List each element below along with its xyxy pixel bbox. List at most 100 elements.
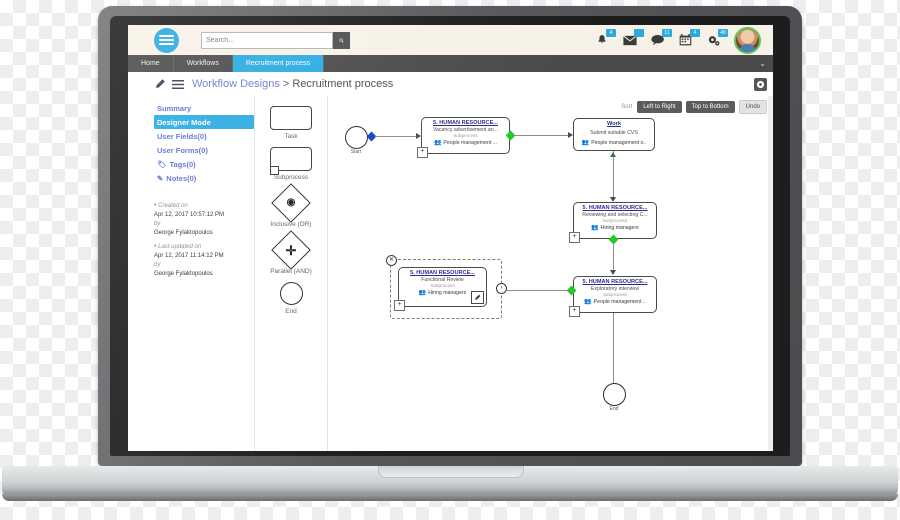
sidebar-item-tags-label: Tags(0) [169,159,196,169]
node-reviewing-expand-button[interactable]: + [569,232,580,243]
updated-by-label: by [154,262,161,269]
task-shape-icon [270,106,312,130]
node-functional-type: Subprocess [430,283,455,288]
avatar[interactable] [734,26,761,54]
tab-home[interactable]: Home [128,55,174,72]
end-label: End [609,406,619,412]
start-label: Start [350,149,362,155]
users-icon: 👥 [581,140,590,146]
workspace: Summary Designer Mode User Fields(0) Use… [128,96,773,451]
bell-icon[interactable]: 4 [594,28,616,48]
palette-item-end[interactable]: End [279,282,303,315]
node-exploratory-type: Subprocess [602,292,628,297]
breadcrumb-current: Recruitment process [292,78,394,90]
palette-label-subprocess: Subprocess [273,174,309,181]
pencil-icon[interactable] [154,78,166,90]
node-vacancy[interactable]: 5. HUMAN RESOURCE... Vacancy advertiseme… [417,117,510,158]
node-reviewing[interactable]: 5. HUMAN RESOURCE... Reviewing and selec… [569,202,657,243]
palette-item-parallel-and[interactable]: ✛ Parallel (AND) [270,230,312,275]
node-vacancy-expand-button[interactable]: + [417,147,428,158]
top-to-bottom-button[interactable]: Top to Bottom [685,101,735,113]
subprocess-shape-icon [270,147,312,175]
sidebar-item-summary[interactable]: Summary [154,101,254,115]
updated-block: • Last updated on Apr 12, 2017 11:14:12 … [154,242,254,278]
left-to-right-button[interactable]: Left to Right [637,101,682,113]
calendar-badge: 4 [690,28,700,37]
created-by: George Fylaktopoulos [154,229,213,236]
sort-label: Sort [621,104,633,110]
bell-badge: 4 [606,28,616,37]
users-icon: 👥 [584,299,592,305]
chat-icon[interactable]: 11 [650,28,672,48]
users-icon: 👥 [433,140,442,146]
workflow-canvas[interactable]: Sort Left to Right Top to Bottom Undo St… [328,96,773,451]
node-reviewing-title: 5. HUMAN RESOURCE... [582,205,648,211]
laptop-base-edge [2,494,898,501]
palette-item-task[interactable]: Task [270,106,312,140]
list-icon[interactable] [172,79,184,90]
edge-exploratory-end [613,313,615,386]
edge-work-reviewing [613,151,615,200]
sidebar-item-designer-mode[interactable]: Designer Mode [154,115,254,129]
edge-functional-exploratory [505,290,570,292]
canvas-scrollbar[interactable] [768,96,773,451]
nav-chevron-down-icon[interactable]: ⌄ [759,55,773,72]
palette-item-inclusive-or[interactable]: ◉ Inclusive (OR) [270,183,312,228]
arrow-reviewing-exploratory [610,270,616,275]
selection-resize-handle[interactable]: › [496,283,507,294]
breadcrumb-separator: > [279,78,293,90]
metadata-panel: • Created on Apr 12, 2017 10:57:12 PM by… [154,201,254,278]
end-shape-icon [279,282,303,305]
node-work-title: Work [607,121,621,127]
sidebar-item-tags[interactable]: 🏷 Tags(0) [154,157,254,171]
node-vacancy-title: 5. HUMAN RESOURCE... [433,120,498,126]
node-work[interactable]: Work Submit suitable CVS 👥 People managem… [573,118,655,151]
edge-start-vacancy [375,136,418,138]
tab-recruitment-process[interactable]: Recruitment process [232,55,325,72]
hamburger-logo[interactable] [154,27,179,53]
node-functional-edit-button[interactable] [471,291,484,304]
breadcrumb-parent[interactable]: Workflow Designs [192,78,280,90]
search-button[interactable] [333,31,350,49]
undo-button[interactable]: Undo [738,100,767,114]
gear-icon[interactable]: 40 [706,28,728,48]
chat-badge: 11 [662,28,672,37]
search-input[interactable] [201,31,333,49]
gear-badge: 40 [718,28,728,37]
node-functional[interactable]: 5. HUMAN RESOURCE... Functional Review S… [394,267,487,311]
node-functional-title: 5. HUMAN RESOURCE... [410,270,475,276]
sidebar-item-user-forms[interactable]: User Forms(0) [154,143,254,157]
palette-item-subprocess[interactable]: Subprocess [270,147,312,181]
envelope-badge [634,28,644,37]
created-block: • Created on Apr 12, 2017 10:57:12 PM by… [154,201,254,237]
created-value: Apr 12, 2017 10:57:12 PM [154,212,225,219]
bullet-icon: • [154,202,157,209]
breadcrumb-text: Workflow Designs > Recruitment process [192,78,393,90]
breadcrumb: Workflow Designs > Recruitment process [128,72,773,97]
sidebar-item-notes-label: Notes(0) [166,173,197,183]
settings-gear-icon[interactable] [754,77,767,91]
node-exploratory[interactable]: 5. HUMAN RESOURCE... Exploratory intervi… [569,276,657,317]
sidebar-item-notes[interactable]: ✎ Notes(0) [154,171,254,185]
node-functional-expand-button[interactable]: + [394,300,405,311]
node-exploratory-expand-button[interactable]: + [569,306,580,317]
start-node[interactable] [345,126,368,149]
end-node[interactable] [603,383,626,406]
tab-workflows[interactable]: Workflows [174,55,233,72]
palette-label-task: Task [284,133,298,140]
arrow-up-to-work [610,152,616,157]
node-exploratory-title: 5. HUMAN RESOURCE... [582,279,648,285]
calendar-icon[interactable]: 4 [678,28,700,48]
envelope-icon[interactable] [622,28,644,48]
node-vacancy-type: Subprocess [453,133,478,138]
sidebar-item-user-fields[interactable]: User Fields(0) [154,129,254,143]
app-header: 4 11 4 40 [128,25,773,55]
updated-label: Last updated on [158,244,202,251]
node-work-subtitle: Submit suitable CVS [590,130,638,136]
search-area [201,31,350,49]
shape-palette: Task Subprocess ◉ Inclusive (OR) ✛ Paral… [254,96,328,451]
selection-close-handle[interactable]: ✕ [386,255,397,266]
users-icon: 👥 [591,225,599,231]
application-screen: 4 11 4 40 [128,25,773,451]
note-icon: ✎ [157,173,164,183]
